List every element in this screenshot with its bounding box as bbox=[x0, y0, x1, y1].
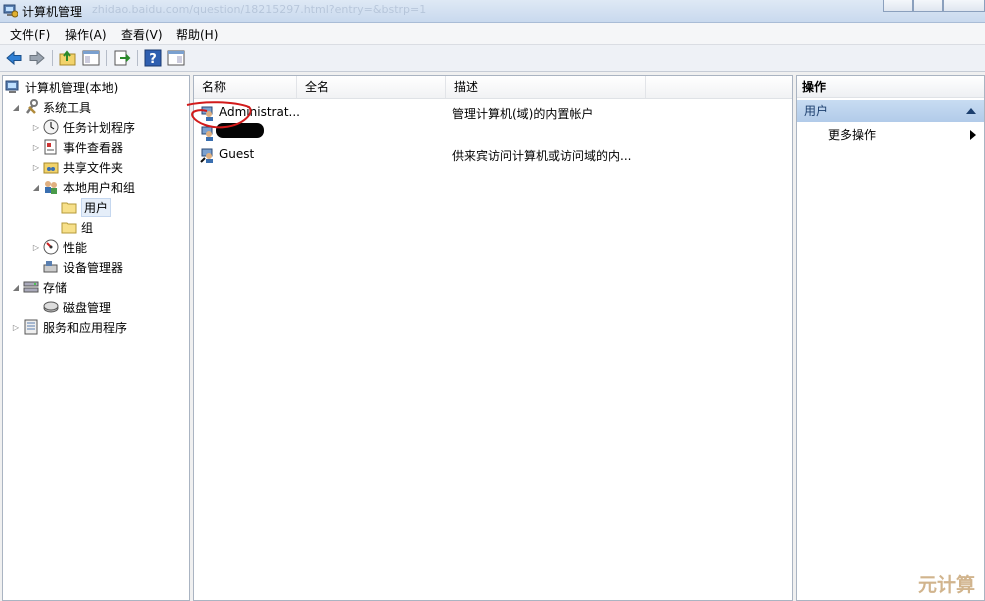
background-url-text: zhidao.baidu.com/question/18215297.html?… bbox=[92, 3, 427, 16]
tools-icon bbox=[23, 99, 39, 115]
folder-icon bbox=[61, 219, 77, 235]
collapse-triangle-icon[interactable] bbox=[966, 108, 976, 114]
list-header: 名称 全名 描述 bbox=[194, 76, 792, 99]
maximize-button[interactable] bbox=[913, 0, 943, 12]
expander-icon[interactable]: ◢ bbox=[11, 283, 21, 292]
users-group-icon bbox=[43, 179, 59, 195]
up-folder-icon[interactable] bbox=[58, 48, 78, 68]
expander-icon[interactable]: ▷ bbox=[31, 123, 41, 132]
list-item-redacted-user[interactable] bbox=[200, 124, 790, 142]
minimize-button[interactable] bbox=[883, 0, 913, 12]
menu-view[interactable]: 查看(V) bbox=[121, 26, 163, 43]
export-list-icon[interactable] bbox=[112, 48, 132, 68]
title-bar: 计算机管理 zhidao.baidu.com/question/18215297… bbox=[0, 0, 985, 23]
tree-item-computer-management[interactable]: 计算机管理(本地) bbox=[5, 78, 118, 96]
menu-file[interactable]: 文件(F) bbox=[10, 26, 50, 43]
expander-icon[interactable]: ▷ bbox=[11, 323, 21, 332]
svg-text:?: ? bbox=[149, 52, 157, 67]
event-log-icon bbox=[43, 139, 59, 155]
guest-account-icon bbox=[200, 147, 216, 163]
more-actions-item[interactable]: 更多操作 bbox=[828, 126, 876, 144]
actions-section-users[interactable]: 用户 bbox=[797, 100, 984, 122]
device-manager-icon bbox=[43, 259, 59, 275]
console-tree-pane: 计算机管理(本地) ◢ 系统工具 ▷ 任务计划程序 ▷ 事件查看器 ▷ 共享文件… bbox=[2, 75, 190, 601]
tree-item-users[interactable]: 用户 bbox=[61, 197, 112, 217]
forward-arrow-icon[interactable] bbox=[27, 48, 47, 68]
performance-gauge-icon bbox=[43, 239, 59, 255]
expander-icon[interactable]: ▷ bbox=[31, 143, 41, 152]
window-controls bbox=[883, 0, 985, 12]
column-header-description[interactable]: 描述 bbox=[446, 76, 646, 98]
window-title: 计算机管理 bbox=[22, 5, 83, 19]
watermark-text: 元计算 bbox=[918, 574, 976, 596]
list-item-administrator[interactable]: Administrat... 管理计算机(域)的内置帐户 bbox=[200, 104, 790, 122]
computer-management-icon bbox=[3, 3, 19, 18]
folder-icon bbox=[61, 199, 77, 215]
tree-item-task-scheduler[interactable]: ▷ 任务计划程序 bbox=[31, 118, 135, 136]
column-header-name[interactable]: 名称 bbox=[194, 76, 297, 98]
toolbar-separator bbox=[106, 50, 107, 66]
toolbar-separator bbox=[137, 50, 138, 66]
actions-title: 操作 bbox=[797, 76, 984, 98]
show-hide-action-pane-icon[interactable] bbox=[166, 48, 186, 68]
user-list-pane: 名称 全名 描述 Administrat... 管理计算机(域)的内置帐户 Gu… bbox=[193, 75, 793, 601]
back-arrow-icon[interactable] bbox=[4, 48, 24, 68]
expander-icon[interactable]: ◢ bbox=[31, 183, 41, 192]
close-button[interactable] bbox=[943, 0, 985, 12]
column-header-fullname[interactable]: 全名 bbox=[297, 76, 446, 98]
show-hide-tree-icon[interactable] bbox=[81, 48, 101, 68]
help-icon[interactable]: ? bbox=[143, 48, 163, 68]
computer-management-icon bbox=[5, 79, 21, 95]
tree-item-services-apps[interactable]: ▷ 服务和应用程序 bbox=[11, 318, 127, 336]
services-icon bbox=[23, 319, 39, 335]
disk-icon bbox=[43, 299, 59, 315]
expander-icon[interactable]: ▷ bbox=[31, 243, 41, 252]
tree-item-system-tools[interactable]: ◢ 系统工具 bbox=[11, 98, 91, 116]
storage-icon bbox=[23, 279, 39, 295]
tree-item-shared-folders[interactable]: ▷ 共享文件夹 bbox=[31, 158, 123, 176]
tree-item-event-viewer[interactable]: ▷ 事件查看器 bbox=[31, 138, 123, 156]
menu-action[interactable]: 操作(A) bbox=[65, 26, 107, 43]
tree-item-performance[interactable]: ▷ 性能 bbox=[31, 238, 87, 256]
expander-icon[interactable]: ◢ bbox=[11, 103, 21, 112]
list-item-guest[interactable]: Guest 供来宾访问计算机或访问域的内... bbox=[200, 146, 790, 164]
menu-help[interactable]: 帮助(H) bbox=[176, 26, 218, 43]
clock-icon bbox=[43, 119, 59, 135]
submenu-arrow-icon[interactable] bbox=[970, 130, 976, 140]
tree-item-local-users-groups[interactable]: ◢ 本地用户和组 bbox=[31, 178, 135, 196]
expander-icon[interactable]: ▷ bbox=[31, 163, 41, 172]
toolbar-separator bbox=[52, 50, 53, 66]
red-annotation-scribble bbox=[186, 101, 252, 129]
tree-item-storage[interactable]: ◢ 存储 bbox=[11, 278, 67, 296]
tree-item-groups[interactable]: 组 bbox=[61, 218, 93, 236]
tree-item-device-manager[interactable]: 设备管理器 bbox=[43, 258, 123, 276]
tree-item-disk-management[interactable]: 磁盘管理 bbox=[43, 298, 111, 316]
actions-pane: 操作 用户 更多操作 bbox=[796, 75, 985, 601]
menu-bar: 文件(F) 操作(A) 查看(V) 帮助(H) bbox=[0, 23, 985, 45]
shared-folder-icon bbox=[43, 159, 59, 175]
toolbar: ? bbox=[0, 45, 985, 72]
